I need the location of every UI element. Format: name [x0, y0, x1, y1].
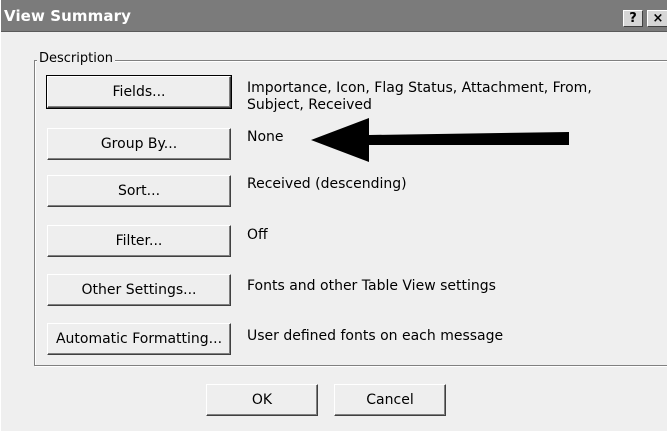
group-by-button[interactable]: Group By... — [47, 128, 231, 160]
automatic-formatting-button[interactable]: Automatic Formatting... — [47, 323, 231, 355]
fields-value: Importance, Icon, Flag Status, Attachmen… — [247, 80, 592, 113]
other-settings-value: Fonts and other Table View settings — [247, 278, 496, 294]
help-button[interactable]: ? — [623, 10, 643, 27]
filter-value: Off — [247, 227, 268, 243]
window-title: View Summary — [4, 7, 131, 25]
title-bar[interactable]: View Summary ? × — [1, 0, 667, 32]
description-group-label: Description — [37, 51, 116, 66]
other-settings-button[interactable]: Other Settings... — [47, 274, 231, 306]
view-summary-dialog: View Summary ? × Description Fields... I… — [0, 0, 667, 431]
sort-value: Received (descending) — [247, 176, 407, 192]
automatic-formatting-value: User defined fonts on each message — [247, 328, 504, 344]
ok-button[interactable]: OK — [206, 384, 318, 416]
close-button[interactable]: × — [647, 10, 667, 27]
cancel-button[interactable]: Cancel — [334, 384, 446, 416]
left-arrow-icon — [311, 118, 569, 162]
filter-button[interactable]: Filter... — [47, 225, 231, 257]
sort-button[interactable]: Sort... — [47, 175, 231, 207]
fields-button[interactable]: Fields... — [46, 75, 232, 109]
